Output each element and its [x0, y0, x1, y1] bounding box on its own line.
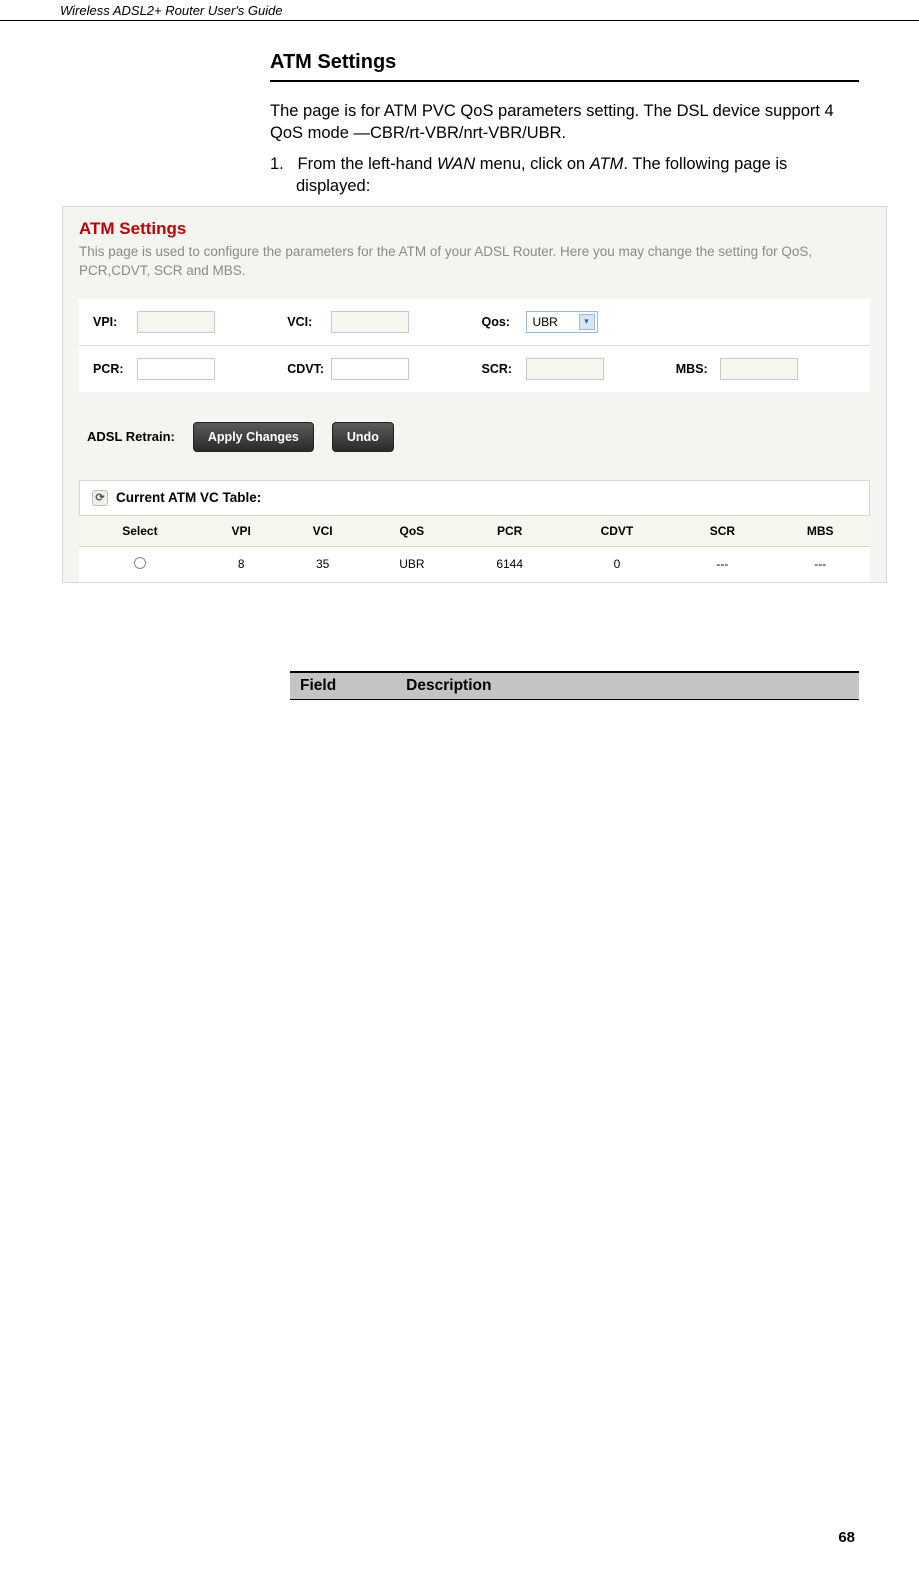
vc-table-head-row: Select VPI VCI QoS PCR CDVT SCR MBS [79, 515, 870, 546]
mbs-input[interactable] [720, 358, 798, 380]
mbs-label: MBS: [676, 362, 714, 376]
step-atm: ATM [590, 155, 624, 173]
qos-value: UBR [533, 315, 558, 329]
vci-input[interactable] [331, 311, 409, 333]
cell-select [79, 546, 201, 582]
apply-changes-button[interactable]: Apply Changes [193, 422, 314, 452]
cell-pcr: 6144 [460, 546, 560, 582]
field-label: Field [300, 677, 336, 695]
intro-text: The page is for ATM PVC QoS parameters s… [270, 100, 859, 145]
mbs-group: MBS: [676, 358, 856, 380]
col-vpi: VPI [201, 515, 282, 546]
vpi-label: VPI: [93, 315, 131, 329]
page-number: 68 [838, 1529, 855, 1546]
vci-group: VCI: [287, 311, 467, 333]
col-mbs: MBS [770, 515, 870, 546]
cell-vci: 35 [281, 546, 363, 582]
section-title: ATM Settings [270, 51, 859, 82]
scr-input[interactable] [526, 358, 604, 380]
field-desc-block: Field Description [290, 671, 859, 700]
col-cdvt: CDVT [559, 515, 674, 546]
vc-table-title: Current ATM VC Table: [116, 490, 261, 505]
pcr-input[interactable] [137, 358, 215, 380]
vc-table: Select VPI VCI QoS PCR CDVT SCR MBS 8 35… [79, 515, 870, 582]
undo-button[interactable]: Undo [332, 422, 394, 452]
cdvt-input[interactable] [331, 358, 409, 380]
qos-label: Qos: [482, 315, 520, 329]
col-pcr: PCR [460, 515, 560, 546]
col-qos: QoS [364, 515, 460, 546]
scr-group: SCR: [482, 358, 662, 380]
step-wan: WAN [437, 155, 475, 173]
cell-vpi: 8 [201, 546, 282, 582]
scr-label: SCR: [482, 362, 520, 376]
description-label: Description [406, 677, 491, 695]
retrain-label: ADSL Retrain: [87, 429, 175, 444]
table-row: 8 35 UBR 6144 0 --- --- [79, 546, 870, 582]
qos-select[interactable]: UBR ▾ [526, 311, 598, 333]
cdvt-group: CDVT: [287, 358, 467, 380]
field-desc-header: Field Description [290, 671, 859, 700]
refresh-icon: ⟳ [92, 490, 108, 506]
vpi-group: VPI: [93, 311, 273, 333]
cdvt-label: CDVT: [287, 362, 325, 376]
spacer [676, 311, 856, 333]
vci-label: VCI: [287, 315, 325, 329]
content-area: ATM Settings The page is for ATM PVC QoS… [0, 21, 919, 198]
col-select: Select [79, 515, 201, 546]
page-header: Wireless ADSL2+ Router User's Guide [0, 0, 919, 21]
step-part-a: From the left-hand [298, 155, 437, 173]
col-vci: VCI [281, 515, 363, 546]
ss-title: ATM Settings [79, 219, 870, 239]
pcr-group: PCR: [93, 358, 273, 380]
step-part-b: menu, click on [475, 155, 590, 173]
settings-screenshot: ATM Settings This page is used to config… [62, 206, 887, 583]
step-number: 1. [270, 155, 284, 173]
pcr-label: PCR: [93, 362, 131, 376]
row-radio[interactable] [134, 557, 146, 569]
cell-cdvt: 0 [559, 546, 674, 582]
retrain-row: ADSL Retrain: Apply Changes Undo [79, 392, 870, 480]
cell-qos: UBR [364, 546, 460, 582]
cell-scr: --- [674, 546, 770, 582]
vc-table-header: ⟳ Current ATM VC Table: [79, 480, 870, 515]
step-text: 1. From the left-hand WAN menu, click on… [270, 153, 859, 199]
cell-mbs: --- [770, 546, 870, 582]
params-row-2: PCR: CDVT: SCR: MBS: [79, 345, 870, 392]
params-row-1: VPI: VCI: Qos: UBR ▾ [79, 299, 870, 345]
qos-group: Qos: UBR ▾ [482, 311, 662, 333]
col-scr: SCR [674, 515, 770, 546]
chevron-down-icon: ▾ [579, 314, 595, 330]
vpi-input[interactable] [137, 311, 215, 333]
ss-desc: This page is used to configure the param… [79, 243, 870, 281]
